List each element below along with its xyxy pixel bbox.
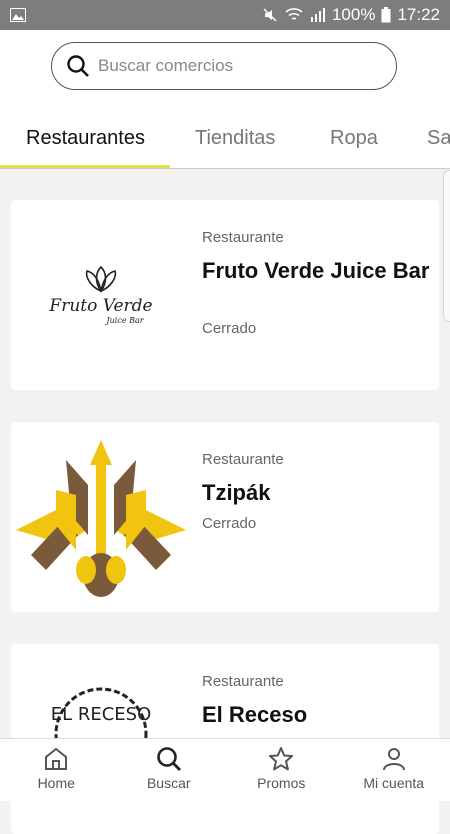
- restaurant-card[interactable]: Restaurante Tzipák Cerrado: [11, 422, 439, 612]
- search-section: [0, 30, 450, 110]
- wifi-icon: [284, 7, 304, 23]
- nav-home[interactable]: Home: [0, 739, 113, 801]
- svg-text:Juice Bar: Juice Bar: [104, 316, 144, 325]
- tzipak-logo: [16, 435, 186, 600]
- card-category: Restaurante: [202, 229, 284, 246]
- restaurant-logo: [11, 422, 191, 612]
- tab-sa[interactable]: Sa: [427, 110, 450, 166]
- nav-buscar[interactable]: Buscar: [113, 739, 226, 801]
- fruto-verde-logo: Fruto Verde Juice Bar: [21, 255, 181, 335]
- star-icon: [267, 745, 295, 773]
- image-icon: [10, 8, 26, 22]
- search-icon: [66, 54, 90, 78]
- card-status: Cerrado: [202, 320, 256, 337]
- tab-indicator: [0, 165, 170, 169]
- tab-ropa[interactable]: Ropa: [330, 110, 378, 166]
- card-status: Cerrado: [202, 515, 256, 532]
- card-name: El Receso: [202, 702, 307, 728]
- search-input[interactable]: [96, 55, 380, 77]
- battery-percentage: 100%: [332, 5, 375, 25]
- card-category: Restaurante: [202, 673, 284, 690]
- tab-tienditas[interactable]: Tienditas: [195, 110, 275, 166]
- clock: 17:22: [397, 5, 440, 25]
- search-icon: [155, 745, 183, 773]
- home-icon: [42, 745, 70, 773]
- svg-text:EL RECESO: EL RECESO: [51, 704, 152, 725]
- category-tabs: Restaurantes Tienditas Ropa Sa: [0, 110, 450, 169]
- bottom-navigation: Home Buscar Promos Mi cuenta: [0, 738, 450, 801]
- nav-home-label: Home: [38, 775, 75, 791]
- nav-mi-cuenta-label: Mi cuenta: [363, 775, 424, 791]
- nav-buscar-label: Buscar: [147, 775, 191, 791]
- card-category: Restaurante: [202, 451, 284, 468]
- user-icon: [380, 745, 408, 773]
- restaurant-logo: Fruto Verde Juice Bar: [11, 200, 191, 390]
- search-box[interactable]: [51, 42, 397, 90]
- signal-icon: [310, 7, 326, 23]
- restaurant-card[interactable]: Fruto Verde Juice Bar Restaurante Fruto …: [11, 200, 439, 390]
- nav-promos[interactable]: Promos: [225, 739, 338, 801]
- nav-promos-label: Promos: [257, 775, 305, 791]
- battery-icon: [381, 7, 391, 23]
- card-name: Tzipák: [202, 480, 270, 506]
- mute-icon: [262, 7, 278, 23]
- card-name: Fruto Verde Juice Bar: [202, 258, 429, 284]
- status-bar: 100% 17:22: [0, 0, 450, 30]
- tab-restaurantes[interactable]: Restaurantes: [26, 110, 145, 166]
- scroll-edge: [443, 170, 450, 322]
- nav-mi-cuenta[interactable]: Mi cuenta: [338, 739, 450, 801]
- svg-text:Fruto Verde: Fruto Verde: [48, 296, 152, 316]
